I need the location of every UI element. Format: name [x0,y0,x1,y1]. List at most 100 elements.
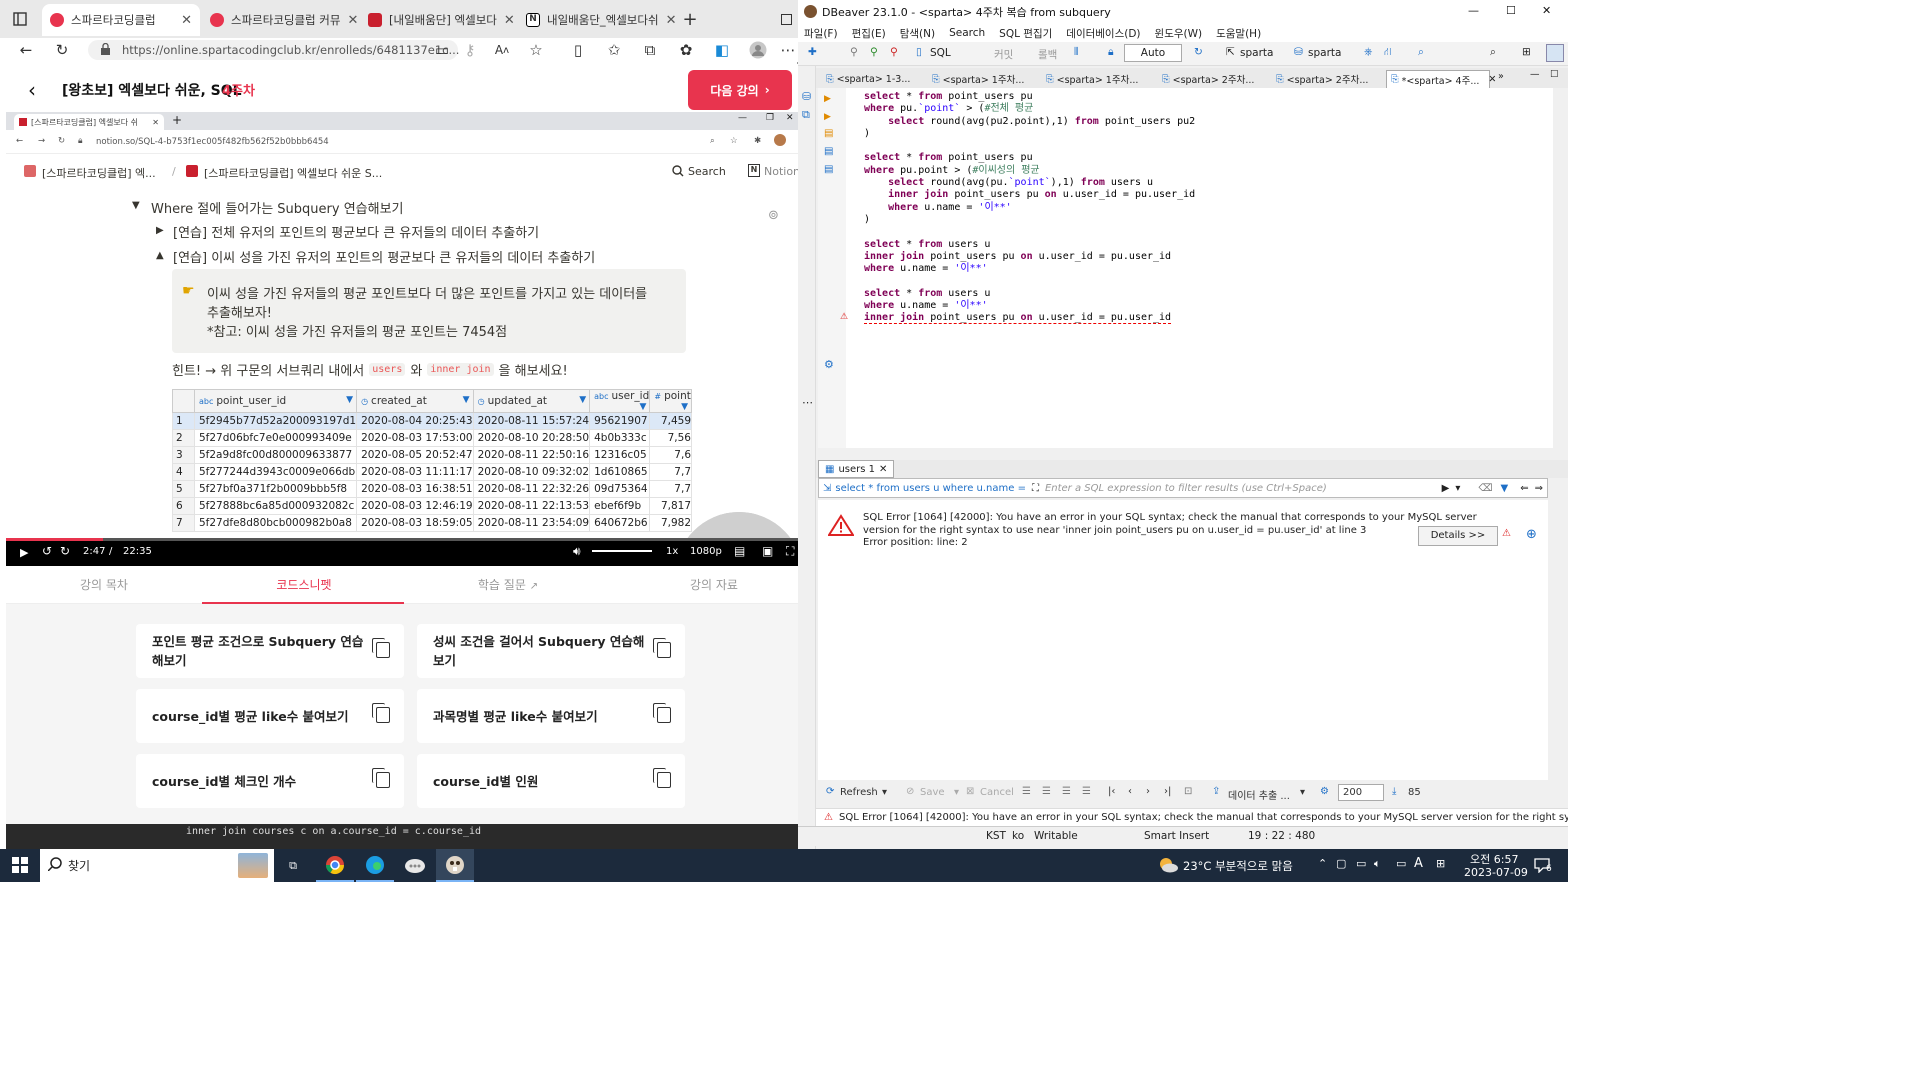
browser-tab-3[interactable]: [내일배움단] 엑셀보다 ✕ [360,4,516,36]
help-icon[interactable]: ⊕ [1526,527,1537,542]
cursor-icon[interactable]: ⇱ [1226,46,1235,58]
reload-icon[interactable]: ↻ [50,38,74,62]
fetch-all-icon[interactable]: ⊡ [1184,786,1192,797]
key-icon[interactable]: ⚷ [458,38,482,62]
new-tab-icon[interactable]: + [678,7,702,31]
last-page-icon[interactable]: ›| [1164,786,1171,797]
snippet-card[interactable]: course_id별 평균 like수 붙여보기 [136,689,404,743]
filter-icon[interactable]: ▼ [1501,483,1509,494]
onedrive-icon[interactable]: ▢ [1336,857,1346,870]
forward-arrow-icon[interactable]: ⇒ [1535,483,1543,494]
more-tabs-icon[interactable]: » [1498,71,1504,82]
favorite-star-icon[interactable]: ☆ [524,38,548,62]
playback-speed[interactable]: 1x [666,546,678,557]
settings-icon[interactable]: ⚙ [1320,786,1329,797]
minimize-icon[interactable]: — [1530,69,1540,80]
column-filter-icon[interactable]: ▼ [579,395,586,405]
extension-icon[interactable]: ✿ [674,38,698,62]
tab-actions-icon[interactable] [8,7,32,31]
keyboard-layout-icon[interactable]: ⊞ [1436,857,1445,870]
copy-row-icon[interactable]: ☰ [1062,786,1071,797]
search-icon[interactable]: ⌕ [1418,46,1424,59]
taskbar-search[interactable]: 찾기 [40,849,274,882]
editor-tab[interactable]: ⎘ *<sparta> 4주... ✕ [1386,70,1496,88]
pip-icon[interactable]: ▣ [762,544,773,558]
snippet-card[interactable]: 포인트 평균 조건으로 Subquery 연습해보기 [136,624,404,678]
active-datasource[interactable]: sparta [1240,47,1273,59]
open-perspective-icon[interactable]: ⊞ [1522,46,1531,58]
taskbar-date[interactable]: 2023-07-09 [1464,866,1528,879]
transaction-mode-icon[interactable]: ⫴ [1074,46,1078,59]
search-icon[interactable]: ⌕ [1490,46,1496,59]
url-field[interactable]: https://online.spartacodingclub.kr/enrol… [88,40,459,60]
profile-avatar-icon[interactable] [746,38,770,62]
save-button[interactable]: Save [920,787,945,798]
volume-slider[interactable] [592,550,652,552]
editor-tab[interactable]: ⎘ <sparta> 1주차... [1042,70,1150,88]
delete-row-icon[interactable]: ☰ [1082,786,1091,797]
row-count-icon[interactable]: ⤓ [1392,786,1396,797]
export-icon[interactable]: ⇪ [1212,786,1220,797]
snippet-card[interactable]: 성씨 조건을 걸어서 Subquery 연습해보기 [417,624,685,678]
erd-icon[interactable]: ⛙ [1384,46,1391,60]
browser-tab-4[interactable]: N 내일배움단_엑셀보다쉬 ✕ [518,4,678,36]
tab-close-icon[interactable]: ✕ [666,13,677,28]
sql-editor-icon[interactable]: ▯ [916,46,922,58]
collections-icon[interactable]: ⧉ [638,38,662,62]
first-page-icon[interactable]: |‹ [1108,786,1115,797]
snippet-card[interactable]: 과목명별 평균 like수 붙여보기 [417,689,685,743]
column-filter-icon[interactable]: ▼ [681,402,688,412]
tab-close-icon[interactable]: ✕ [181,13,192,28]
details-button[interactable]: Details >> [1418,526,1498,546]
load-icon[interactable]: ▤ [824,146,833,157]
windows-start-icon[interactable] [12,857,28,873]
forward-10-icon[interactable]: ↻ [60,544,70,558]
disconnect-icon[interactable]: ⚲ [890,46,898,58]
copy-icon[interactable] [372,703,390,723]
refresh-icon[interactable]: ⟳ [826,786,834,797]
fullscreen-icon[interactable]: ⛶ [786,544,794,559]
editor-tab[interactable]: ⎘ <sparta> 1-3... [822,70,930,88]
menu-sql-editor[interactable]: SQL 편집기 [999,26,1052,41]
more-icon[interactable]: ⋯ [802,396,813,409]
commit-button[interactable]: 커밋 [994,47,1013,62]
prev-page-icon[interactable]: ‹ [1128,786,1132,797]
battery-icon[interactable]: ▭ [1356,857,1366,870]
database-navigator-icon[interactable]: ⛁ [802,90,811,103]
dropdown-icon[interactable]: ▾ [1300,787,1305,798]
menu-edit[interactable]: 편집(E) [852,26,886,41]
snippet-card[interactable]: course_id별 인원 [417,754,685,808]
weather-icon[interactable] [1158,857,1178,873]
maximize-icon[interactable]: ☐ [1550,69,1559,80]
history-icon[interactable]: ↻ [1194,46,1203,58]
new-connection-icon[interactable]: ✚ [808,46,817,58]
edit-row-icon[interactable]: ☰ [1022,786,1031,797]
close-icon[interactable]: ✕ [879,464,887,475]
tab-materials[interactable]: 강의 자료 [616,576,812,593]
add-row-icon[interactable]: ☰ [1042,786,1051,797]
speaker-icon[interactable]: 🔈︎ [1374,857,1381,871]
editor-tab[interactable]: ⎘ <sparta> 1주차... [928,70,1036,88]
explain-icon[interactable]: ▤ [824,128,833,139]
menu-file[interactable]: 파일(F) [804,26,838,41]
save-icon[interactable]: ▤ [824,164,833,175]
menu-help[interactable]: 도움말(H) [1216,26,1261,41]
split-screen-icon[interactable]: ▯ [566,38,590,62]
table-row[interactable]: 4 5f277244d3943c0009e066db 2020-08-03 11:1… [172,463,692,481]
editor-tab[interactable]: ⎘ <sparta> 2주차... [1158,70,1266,88]
tab-questions[interactable]: 학습 질문 ↗ [410,576,606,593]
database-icon[interactable]: ⛁ [1294,46,1303,58]
network-icon[interactable]: ▭ [1396,857,1406,870]
execute-statement-icon[interactable]: ▶ [824,94,831,104]
close-icon[interactable]: ✕ [1488,74,1496,85]
cancel-icon[interactable]: ⊠ [966,786,974,797]
table-row[interactable]: 3 5f2a9d8fc00d800009633877 2020-08-05 20:5… [172,446,692,464]
next-page-icon[interactable]: › [1146,786,1150,797]
perspective-icon[interactable] [1546,44,1564,62]
task-view-icon[interactable]: ⧉ [274,849,312,882]
tab-close-icon[interactable]: ✕ [504,13,515,28]
menu-window[interactable]: 윈도우(W) [1155,26,1203,41]
browser-tab-2[interactable]: 스파르타코딩클럽 커뮤 ✕ [202,4,358,36]
rewind-10-icon[interactable]: ↺ [42,544,52,558]
read-aloud-icon[interactable]: Aʌ [490,38,514,62]
